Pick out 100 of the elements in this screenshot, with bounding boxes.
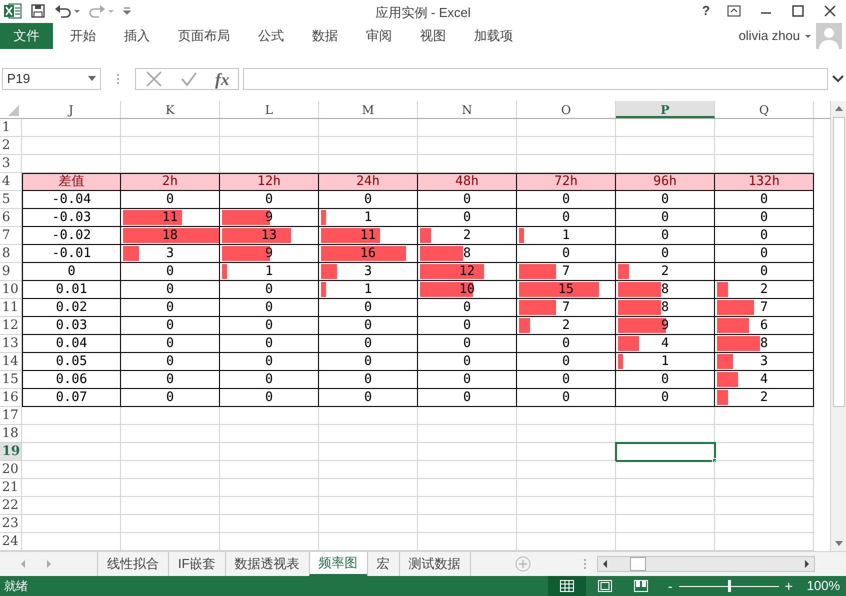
- table-cell-text: 0: [661, 190, 669, 209]
- table-cell-text: 0: [265, 298, 273, 317]
- row-header[interactable]: 15: [0, 371, 22, 389]
- row-header[interactable]: 3: [0, 155, 22, 173]
- header-cell-text: 2h: [162, 173, 178, 192]
- ribbon-tab[interactable]: 加载项: [463, 23, 524, 49]
- row-header[interactable]: 18: [0, 425, 22, 443]
- table-cell-text: 16: [360, 244, 376, 263]
- column-header[interactable]: M: [319, 101, 418, 118]
- column-header[interactable]: J: [22, 101, 121, 118]
- row-header[interactable]: 2: [0, 137, 22, 155]
- page-break-icon[interactable]: [634, 580, 648, 592]
- table-cell-text: 0: [364, 334, 372, 353]
- undo-icon[interactable]: [54, 3, 80, 19]
- header-cell-text: 96h: [653, 173, 677, 192]
- next-sheet-icon[interactable]: [46, 559, 52, 569]
- table-cell-text: 15: [558, 280, 574, 299]
- vertical-scrollbar[interactable]: [830, 101, 846, 551]
- table-cell-text: 0: [562, 208, 570, 227]
- expand-icon[interactable]: [832, 75, 844, 83]
- zoom-thumb[interactable]: [728, 580, 731, 592]
- row-header[interactable]: 16: [0, 389, 22, 407]
- table-cell-text: 0: [265, 190, 273, 209]
- table-cell-text: 0: [463, 352, 471, 371]
- table-cell-text: 0: [166, 370, 174, 389]
- window-title: 应用实例 - Excel: [375, 4, 471, 22]
- ribbon-tab[interactable]: 审阅: [355, 23, 403, 49]
- table-cell-text: 1: [562, 226, 570, 245]
- save-icon[interactable]: [30, 3, 46, 19]
- row-header[interactable]: 8: [0, 245, 22, 263]
- table-cell-text: 8: [661, 280, 669, 299]
- ribbon-display-icon[interactable]: [726, 3, 742, 19]
- row-header[interactable]: 7: [0, 227, 22, 245]
- maximize-icon[interactable]: [790, 3, 806, 19]
- ribbon-tab[interactable]: 视图: [409, 23, 457, 49]
- normal-view-icon[interactable]: [560, 580, 574, 592]
- table-cell-text: 0: [265, 388, 273, 407]
- zoom-slider[interactable]: [678, 580, 779, 592]
- zoom-out-button[interactable]: -: [668, 576, 673, 596]
- page-layout-icon[interactable]: [598, 580, 612, 592]
- column-header[interactable]: P: [616, 101, 715, 118]
- horizontal-scrollbar[interactable]: [596, 556, 815, 572]
- row-header[interactable]: 23: [0, 515, 22, 533]
- row-header[interactable]: 11: [0, 299, 22, 317]
- ribbon-tab[interactable]: 开始: [59, 23, 107, 49]
- help-button[interactable]: ?: [702, 1, 710, 21]
- column-header[interactable]: N: [418, 101, 517, 118]
- row-header[interactable]: 4: [0, 173, 22, 191]
- add-sheet-icon[interactable]: [514, 556, 531, 572]
- table-cell-text: 0.06: [56, 370, 88, 389]
- column-header[interactable]: Q: [715, 101, 814, 118]
- ribbon-tab[interactable]: 页面布局: [167, 23, 241, 49]
- row-header[interactable]: 1: [0, 119, 22, 137]
- ribbon-tab[interactable]: 公式: [247, 23, 295, 49]
- formula-input[interactable]: [243, 68, 828, 90]
- table-cell-text: 0: [760, 262, 768, 281]
- row-header[interactable]: 13: [0, 335, 22, 353]
- close-icon[interactable]: [822, 3, 838, 19]
- table-cell-text: 8: [463, 244, 471, 263]
- row-header[interactable]: 22: [0, 497, 22, 515]
- table-cell-text: 0: [760, 244, 768, 263]
- excel-logo-icon[interactable]: [4, 3, 22, 19]
- scroll-thumb[interactable]: [630, 557, 646, 571]
- dropdown-icon[interactable]: [88, 76, 96, 82]
- file-tab[interactable]: 文件: [0, 23, 53, 49]
- row-header[interactable]: 24: [0, 533, 22, 551]
- row-header[interactable]: 17: [0, 407, 22, 425]
- row-header[interactable]: 6: [0, 209, 22, 227]
- table-cell-text: 0: [760, 208, 768, 227]
- table-cell-text: 0: [265, 280, 273, 299]
- redo-icon[interactable]: [88, 3, 114, 19]
- row-header[interactable]: 9: [0, 263, 22, 281]
- row-header[interactable]: 12: [0, 317, 22, 335]
- cancel-icon[interactable]: [144, 70, 163, 88]
- previous-sheet-icon[interactable]: [20, 559, 26, 569]
- zoom-level[interactable]: 100%: [806, 576, 840, 596]
- ribbon-tab[interactable]: 数据: [301, 23, 349, 49]
- table-cell-text: 1: [265, 262, 273, 281]
- table-cell-text: 0.01: [56, 280, 88, 299]
- column-header[interactable]: L: [220, 101, 319, 118]
- row-header[interactable]: 10: [0, 281, 22, 299]
- table-cell-text: 0: [364, 298, 372, 317]
- row-header[interactable]: 21: [0, 479, 22, 497]
- column-header[interactable]: K: [121, 101, 220, 118]
- ribbon-tab[interactable]: 插入: [113, 23, 161, 49]
- name-box[interactable]: P19: [2, 68, 101, 90]
- sheet-tab[interactable]: 频率图: [308, 552, 367, 576]
- table-cell-text: -0.03: [52, 208, 92, 227]
- table-cell-text: 1: [661, 352, 669, 371]
- row-header[interactable]: 20: [0, 461, 22, 479]
- table-cell-text: 6: [760, 316, 768, 335]
- row-header[interactable]: 19: [0, 443, 22, 461]
- row-header[interactable]: 5: [0, 191, 22, 209]
- check-icon[interactable]: [180, 70, 198, 88]
- row-header[interactable]: 14: [0, 353, 22, 371]
- table-cell-text: 0: [166, 388, 174, 407]
- insert-function-button[interactable]: fx: [215, 70, 230, 88]
- table-cell-text: 13: [261, 226, 277, 245]
- table-cell-text: 0: [265, 316, 273, 335]
- zoom-in-button[interactable]: +: [784, 576, 793, 596]
